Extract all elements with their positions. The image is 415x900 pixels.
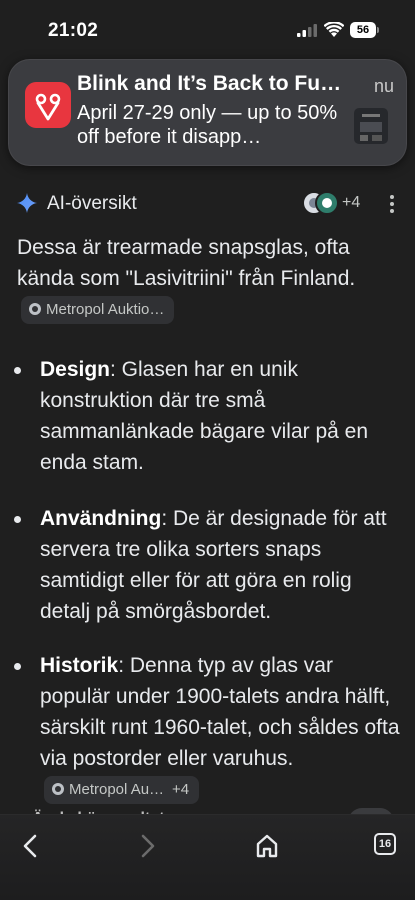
- battery-icon: 56: [350, 22, 380, 38]
- bullet-text: Användning: De är designade för att serv…: [40, 507, 387, 623]
- source-chip-label: Metropol Au…: [69, 781, 165, 798]
- source-chip-extra: +4: [172, 781, 190, 798]
- source-count[interactable]: +4: [342, 194, 360, 212]
- source-chip[interactable]: Metropol Auktio…: [21, 296, 175, 324]
- ai-overview-header: AI-översikt +4: [0, 186, 415, 222]
- notification-time: nu: [374, 76, 395, 96]
- tabs-button[interactable]: 16: [366, 825, 406, 865]
- bullet-dot: [14, 516, 21, 523]
- sparkle-icon: [17, 193, 37, 213]
- bullet-dot: [14, 367, 21, 374]
- push-notification[interactable]: Blink and It’s Back to Fu… April 27-29 o…: [8, 59, 407, 166]
- notification-body: April 27-29 only — up to 50% off before …: [77, 102, 338, 148]
- intro-paragraph: Dessa är trearmade snapsglas, ofta kända…: [17, 232, 407, 325]
- browser-toolbar: 16: [0, 814, 415, 900]
- wifi-icon: [324, 22, 344, 37]
- bullet-text: Historik: Denna typ av glas var populär …: [40, 650, 406, 805]
- bullet-dot: [14, 663, 21, 670]
- more-vert-icon[interactable]: [384, 192, 400, 216]
- chevron-right-icon: [141, 834, 155, 858]
- intro-text: Dessa är trearmade snapsglas, ofta kända…: [17, 236, 356, 290]
- home-icon: [256, 834, 278, 858]
- status-bar: 21:02 56: [0, 0, 415, 58]
- avatar: [315, 191, 339, 215]
- bullet-term: Användning: [40, 507, 162, 530]
- home-button[interactable]: [247, 825, 287, 865]
- bullet-term: Design: [40, 358, 111, 381]
- source-chip-label: Metropol Auktio…: [46, 301, 165, 318]
- globe-icon: [52, 783, 64, 795]
- cellular-signal-icon: [297, 24, 317, 37]
- ai-overview-title: AI-översikt: [47, 193, 137, 214]
- source-chip[interactable]: Metropol Au… +4: [44, 776, 200, 804]
- back-button[interactable]: [10, 825, 50, 865]
- notification-title: Blink and It’s Back to Fu…: [77, 72, 342, 95]
- forward-button[interactable]: [128, 825, 168, 865]
- notification-thumbnail: [354, 108, 388, 144]
- tab-count: 16: [374, 833, 396, 855]
- globe-icon: [29, 303, 41, 315]
- source-avatars[interactable]: [302, 191, 340, 215]
- bullet-text: Design: Glasen har en unik konstruktion …: [40, 358, 369, 474]
- status-time: 21:02: [48, 20, 99, 41]
- vivino-v-icon: [25, 82, 71, 128]
- battery-level: 56: [350, 22, 376, 38]
- bullet-term: Historik: [40, 654, 119, 677]
- chevron-left-icon: [23, 834, 37, 858]
